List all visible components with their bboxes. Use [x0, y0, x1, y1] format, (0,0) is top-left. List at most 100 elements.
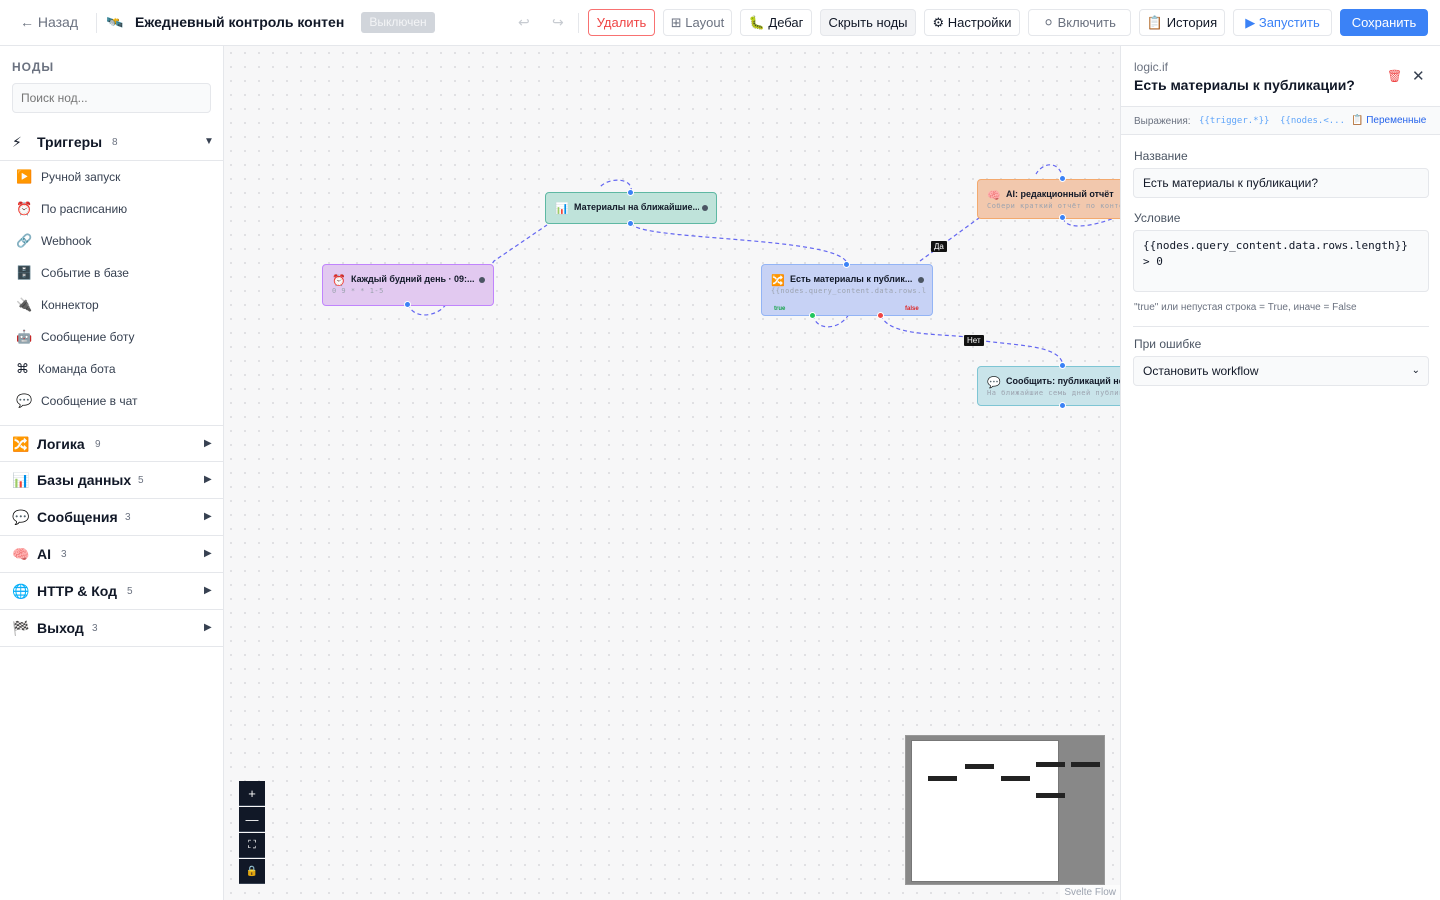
node-notify-no-content[interactable]: 💬 Сообщить: публикаций не На ближайшие с…	[977, 366, 1120, 406]
on-error-label: При ошибке	[1134, 337, 1202, 351]
divider	[96, 13, 97, 33]
output-handle[interactable]	[1059, 214, 1066, 221]
enable-button[interactable]: ⚪ Включить	[1028, 9, 1131, 36]
layout-button[interactable]: ⊞ Layout	[663, 9, 732, 36]
sidebar-item-manual-run[interactable]: ▶️ Ручной запуск	[0, 161, 223, 193]
category-exit[interactable]: 🏁 Выход 3 ▶	[0, 610, 223, 647]
category-label: Базы данных	[37, 472, 132, 488]
settings-button[interactable]: ⚙ Настройки	[924, 9, 1020, 36]
panel-title: Есть материалы к публикации?	[1134, 77, 1355, 93]
play-icon: ▶️	[16, 169, 33, 184]
expression-chip[interactable]: {{trigger.*}}	[1199, 116, 1269, 126]
node-subtitle: Собери краткий отчёт по контент	[987, 202, 1120, 210]
sidebar-item-chat-message[interactable]: 💬 Сообщение в чат	[0, 385, 223, 417]
output-handle[interactable]	[1059, 402, 1066, 409]
minimap-node	[1036, 793, 1065, 798]
output-handle[interactable]	[404, 301, 411, 308]
input-handle[interactable]	[1059, 175, 1066, 182]
lock-button[interactable]: 🔒	[239, 859, 265, 884]
port-false-label: false	[905, 306, 919, 312]
input-handle[interactable]	[627, 189, 634, 196]
category-http-code[interactable]: 🌐 HTTP & Код 5 ▶	[0, 573, 223, 610]
edge-label-yes: Да	[931, 241, 947, 252]
divider	[578, 13, 579, 33]
category-databases[interactable]: 📊 Базы данных 5 ▶	[0, 462, 223, 499]
input-handle[interactable]	[1059, 362, 1066, 369]
sidebar-item-bot-message[interactable]: 🤖 Сообщение боту	[0, 321, 223, 353]
chevron-right-icon: ▶	[204, 511, 212, 522]
output-handle[interactable]	[627, 220, 634, 227]
sidebar-item-label: Событие в базе	[41, 266, 129, 280]
delete-button[interactable]: Удалить	[588, 9, 655, 36]
category-label: Логика	[37, 436, 85, 452]
bar-chart-icon: 📊	[12, 472, 30, 488]
false-output-handle[interactable]	[877, 312, 884, 319]
expressions-bar: Выражения: {{trigger.*}} {{nodes.<... 📋 …	[1121, 107, 1440, 135]
node-type: logic.if	[1134, 60, 1169, 74]
category-triggers[interactable]: ⚡ Триггеры 8 ▼	[0, 124, 223, 161]
on-error-select[interactable]: Остановить workflow ⌄	[1133, 356, 1429, 386]
undo-icon[interactable]: ↩	[518, 14, 530, 31]
workflow-title[interactable]: Ежедневный контроль контен	[135, 14, 355, 30]
sidebar-item-webhook[interactable]: 🔗 Webhook	[0, 225, 223, 257]
port-true-label: true	[774, 306, 786, 312]
node-status-dot	[918, 277, 924, 283]
true-output-handle[interactable]	[809, 312, 816, 319]
shuffle-icon: 🔀	[12, 436, 30, 452]
robot-icon: 🤖	[16, 329, 33, 344]
sidebar-item-db-event[interactable]: 🗄️ Событие в базе	[0, 257, 223, 289]
category-logic[interactable]: 🔀 Логика 9 ▶	[0, 425, 223, 462]
save-button[interactable]: Сохранить	[1340, 9, 1428, 36]
history-button[interactable]: 📋 История	[1139, 9, 1225, 36]
node-status-dot	[479, 277, 485, 283]
category-messages[interactable]: 💬 Сообщения 3 ▶	[0, 499, 223, 536]
node-if-has-content[interactable]: 🔀 Есть материалы к публик... {{nodes.que…	[761, 264, 933, 316]
minimap[interactable]	[905, 735, 1105, 885]
speech-bubble-icon: 💬	[16, 393, 33, 408]
sidebar-heading: НОДЫ	[12, 60, 55, 74]
run-button[interactable]: ▶ Запустить	[1233, 9, 1332, 36]
name-input[interactable]	[1133, 168, 1429, 198]
category-label: AI	[37, 546, 51, 562]
chevron-down-icon: ▼	[204, 136, 214, 147]
checkered-flag-icon: 🏁	[12, 620, 30, 636]
fit-view-button[interactable]: ⛶	[239, 833, 265, 858]
flow-canvas[interactable]: ⏰ Каждый будний день · 09:... 0 9 * * 1-…	[224, 46, 1120, 900]
name-label: Название	[1134, 149, 1188, 163]
chevron-right-icon: ▶	[204, 548, 212, 559]
variables-link[interactable]: 📋 Переменные	[1351, 115, 1426, 126]
condition-textarea[interactable]: {{nodes.query_content.data.rows.length}}…	[1133, 230, 1429, 292]
edge-query-to-if	[630, 222, 848, 265]
node-search-input[interactable]	[12, 83, 211, 113]
node-title: AI: редакционный отчёт	[1006, 189, 1114, 199]
zoom-out-button[interactable]: —	[239, 807, 265, 832]
input-handle[interactable]	[843, 261, 850, 268]
debug-button[interactable]: 🐛 Дебаг	[740, 9, 812, 36]
command-icon: ⌘	[16, 361, 29, 376]
category-label: Выход	[37, 620, 84, 636]
back-button[interactable]: ← Назад	[20, 14, 78, 30]
node-subtitle: {{nodes.query_content.data.rows.len	[771, 287, 926, 295]
node-ai-report[interactable]: 🧠 AI: редакционный отчёт Собери краткий …	[977, 179, 1120, 219]
node-schedule-trigger[interactable]: ⏰ Каждый будний день · 09:... 0 9 * * 1-…	[322, 264, 494, 306]
trash-icon[interactable]: 🗑	[1387, 69, 1402, 83]
sidebar-item-bot-command[interactable]: ⌘ Команда бота	[0, 353, 223, 385]
condition-label: Условие	[1134, 211, 1181, 225]
category-count: 5	[138, 475, 144, 486]
zoom-in-button[interactable]: +	[239, 781, 265, 806]
condition-hint: "true" или непустая строка = True, иначе…	[1134, 302, 1357, 313]
sidebar-item-schedule[interactable]: ⏰ По расписанию	[0, 193, 223, 225]
chevron-right-icon: ▶	[204, 474, 212, 485]
attribution-link[interactable]: Svelte Flow	[1060, 885, 1120, 900]
category-ai[interactable]: 🧠 AI 3 ▶	[0, 536, 223, 573]
divider	[1133, 326, 1429, 327]
sidebar-item-connector[interactable]: 🔌 Коннектор	[0, 289, 223, 321]
brain-icon: 🧠	[987, 190, 1001, 202]
close-icon[interactable]: ✕	[1412, 67, 1425, 85]
hide-nodes-button[interactable]: Скрыть ноды	[820, 9, 916, 36]
brain-icon: 🧠	[12, 546, 30, 562]
expression-chip[interactable]: {{nodes.<...	[1280, 116, 1345, 126]
sidebar-item-label: Webhook	[41, 234, 92, 248]
link-icon: 🔗	[16, 233, 33, 248]
redo-icon[interactable]: ↪	[552, 14, 564, 31]
